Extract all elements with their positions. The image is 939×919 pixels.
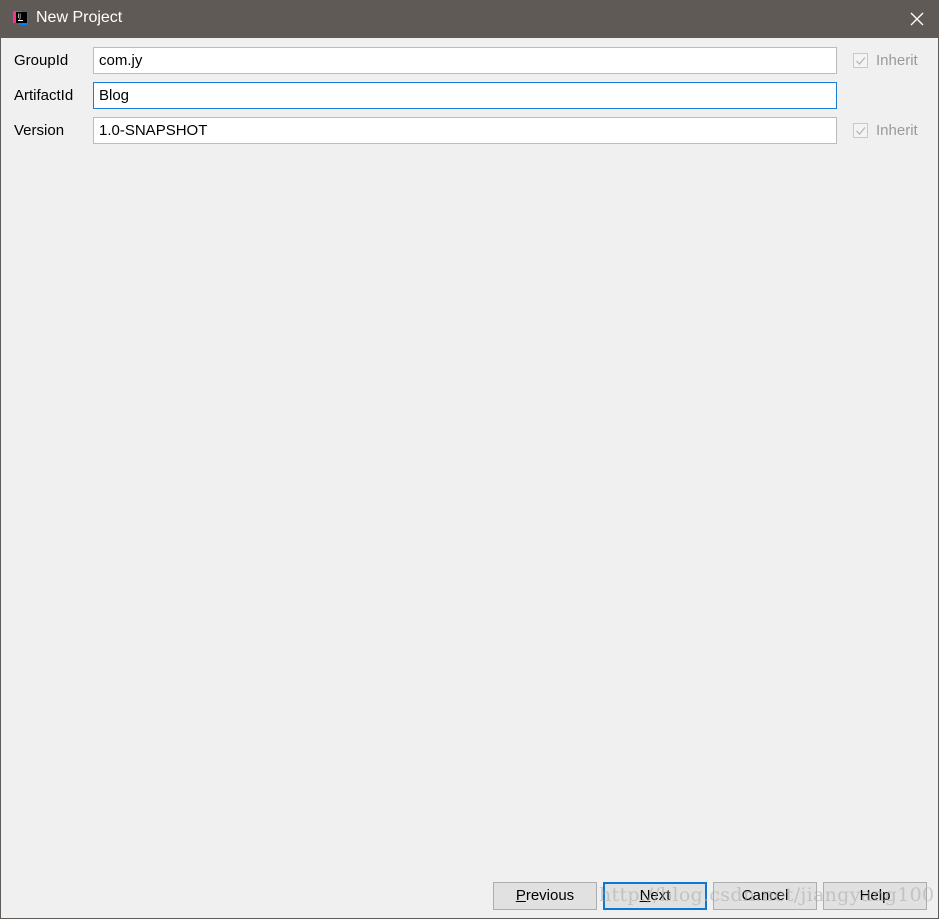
previous-button[interactable]: Previous [493,882,597,910]
version-label: Version [14,122,65,139]
version-input[interactable] [93,117,837,144]
close-icon[interactable] [908,10,926,28]
window-title: New Project [36,9,123,26]
checkbox-icon [853,123,868,138]
group-id-input[interactable] [93,47,837,74]
previous-label: revious [525,887,575,904]
artifact-id-input[interactable] [93,82,837,109]
previous-mnemonic: P [515,887,526,904]
group-id-label: GroupId [14,52,69,69]
next-button[interactable]: Next [603,882,707,910]
version-inherit-checkbox[interactable]: Inherit [853,122,918,139]
title-bar: IJ New Project [1,0,939,38]
cancel-button[interactable]: Cancel [713,882,817,910]
version-inherit-label: Inherit [876,122,918,139]
checkbox-icon [853,53,868,68]
intellij-idea-icon: IJ [13,10,29,26]
svg-text:IJ: IJ [18,13,22,20]
help-button[interactable]: Help [823,882,927,910]
group-id-inherit-checkbox[interactable]: Inherit [853,52,918,69]
group-id-inherit-label: Inherit [876,52,918,69]
artifact-id-label: ArtifactId [14,87,74,104]
next-label: ext [650,887,671,904]
next-mnemonic: N [639,887,651,904]
new-project-dialog: IJ New Project GroupId Inherit ArtifactI… [0,0,939,919]
